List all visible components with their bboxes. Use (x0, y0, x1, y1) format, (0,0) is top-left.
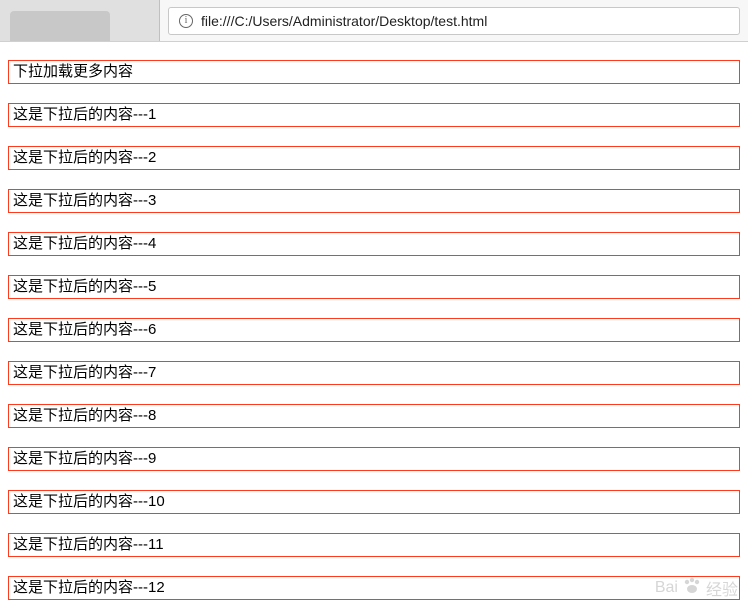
list-item: 这是下拉后的内容---7 (8, 361, 740, 385)
list-item: 这是下拉后的内容---6 (8, 318, 740, 342)
list-item: 这是下拉后的内容---2 (8, 146, 740, 170)
list-item: 这是下拉后的内容---12 (8, 576, 740, 600)
info-icon[interactable]: i (179, 14, 193, 28)
list-item: 这是下拉后的内容---1 (8, 103, 740, 127)
list-item: 这是下拉后的内容---10 (8, 490, 740, 514)
header-row: 下拉加载更多内容 (8, 60, 740, 84)
list-item: 这是下拉后的内容---3 (8, 189, 740, 213)
page-content: 下拉加载更多内容 这是下拉后的内容---1 这是下拉后的内容---2 这是下拉后… (0, 42, 748, 600)
address-bar[interactable]: i file:///C:/Users/Administrator/Desktop… (168, 7, 740, 35)
url-text: file:///C:/Users/Administrator/Desktop/t… (201, 13, 487, 29)
list-item: 这是下拉后的内容---9 (8, 447, 740, 471)
list-item: 这是下拉后的内容---11 (8, 533, 740, 557)
address-bar-container: i file:///C:/Users/Administrator/Desktop… (160, 0, 748, 41)
tab-area (0, 0, 160, 41)
browser-chrome: i file:///C:/Users/Administrator/Desktop… (0, 0, 748, 42)
list-item: 这是下拉后的内容---4 (8, 232, 740, 256)
browser-tab[interactable] (10, 11, 110, 41)
list-item: 这是下拉后的内容---8 (8, 404, 740, 428)
list-item: 这是下拉后的内容---5 (8, 275, 740, 299)
